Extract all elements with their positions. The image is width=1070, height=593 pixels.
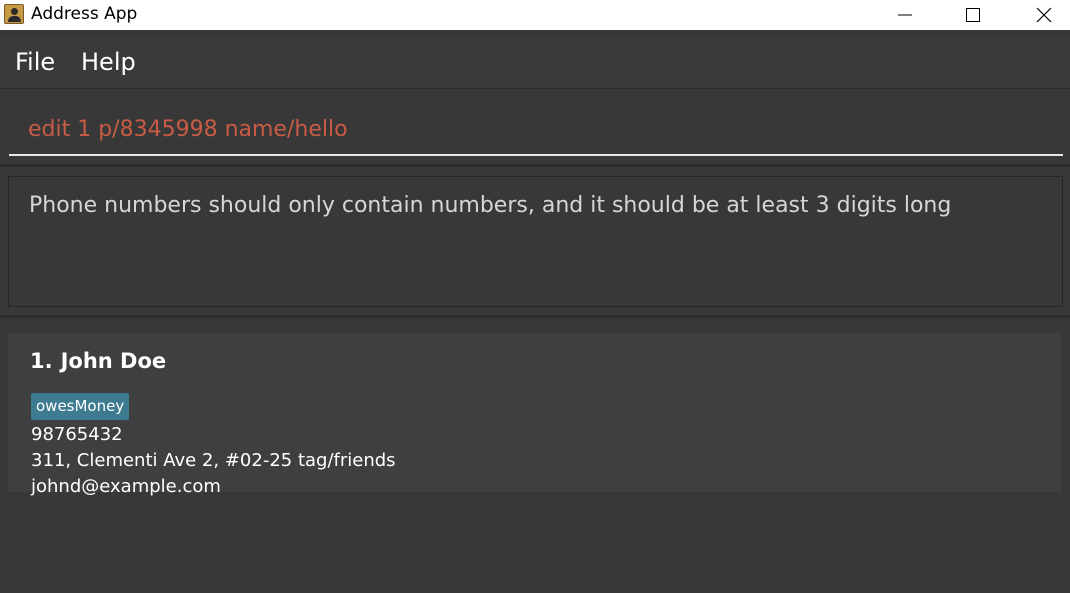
maximize-icon — [966, 8, 980, 22]
close-icon — [1036, 7, 1052, 23]
address-book-icon — [4, 4, 24, 24]
minimize-button[interactable] — [882, 0, 928, 30]
menu-help[interactable]: Help — [81, 47, 136, 77]
person-email: johnd@example.com — [31, 476, 221, 497]
person-name: John Doe — [60, 349, 167, 373]
person-card[interactable]: 1. John Doe owesMoney 98765432 311, Cleme… — [8, 333, 1062, 497]
menu-file[interactable]: File — [15, 47, 55, 77]
window-title: Address App — [31, 4, 138, 24]
command-input[interactable] — [9, 104, 1063, 156]
menu-bar: File Help — [0, 35, 1070, 89]
title-bar: Address App — [0, 0, 1070, 30]
command-box — [0, 90, 1070, 164]
person-list[interactable]: 1. John Doe owesMoney 98765432 311, Cleme… — [0, 318, 1070, 593]
result-display[interactable]: Phone numbers should only contain number… — [8, 176, 1063, 307]
person-card-title: 1. John Doe — [30, 346, 166, 376]
person-index: 1. — [30, 349, 53, 373]
person-phone: 98765432 — [31, 424, 123, 445]
app-icon-head — [11, 8, 18, 15]
person-tag: owesMoney — [31, 393, 130, 420]
app-icon-body — [8, 16, 21, 22]
divider — [0, 164, 1070, 167]
maximize-button[interactable] — [950, 0, 996, 30]
person-address: 311, Clementi Ave 2, #02-25 tag/friends — [31, 450, 396, 471]
close-button[interactable] — [1021, 0, 1067, 30]
minimize-icon — [898, 14, 912, 16]
result-message: Phone numbers should only contain number… — [29, 193, 952, 218]
